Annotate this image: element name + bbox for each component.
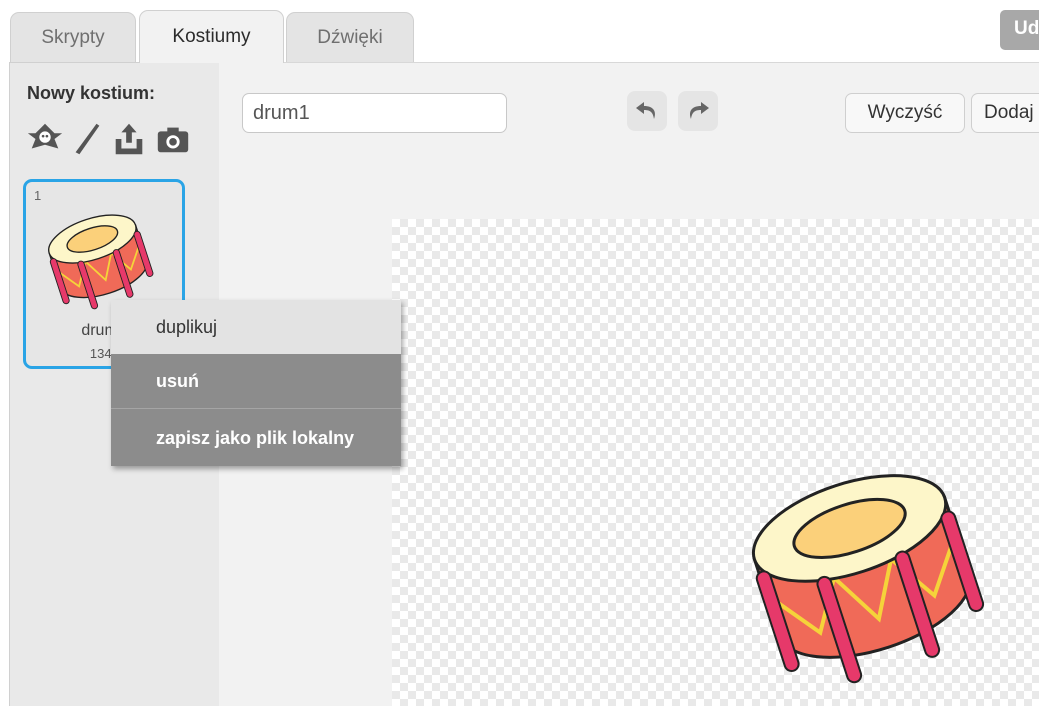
top-right-button[interactable]: Ud bbox=[1000, 10, 1039, 50]
redo-icon bbox=[690, 102, 709, 119]
tab-sounds[interactable]: Dźwięki bbox=[286, 12, 414, 62]
sprite-library-icon[interactable] bbox=[26, 119, 64, 159]
upload-icon[interactable] bbox=[110, 119, 148, 159]
clear-button[interactable]: Wyczyść bbox=[845, 93, 965, 133]
paint-brush-icon[interactable] bbox=[68, 119, 106, 159]
costume-index: 1 bbox=[34, 188, 42, 203]
menu-item-save-local[interactable]: zapisz jako plik lokalny bbox=[111, 410, 401, 466]
drum-costume-image[interactable] bbox=[735, 456, 995, 696]
undo-icon bbox=[636, 102, 655, 119]
drawing-canvas[interactable] bbox=[392, 219, 1039, 706]
camera-icon[interactable] bbox=[154, 119, 192, 159]
costume-context-menu: duplikuj usuń zapisz jako plik lokalny bbox=[111, 300, 401, 466]
tab-bar: Skrypty Kostiumy Dźwięki Ud bbox=[0, 0, 1039, 64]
costume-name-input[interactable] bbox=[242, 93, 507, 133]
undo-button[interactable] bbox=[627, 91, 667, 131]
redo-button[interactable] bbox=[678, 91, 718, 131]
add-button[interactable]: Dodaj bbox=[971, 93, 1039, 133]
drum-thumbnail bbox=[44, 202, 162, 312]
tab-costumes[interactable]: Kostiumy bbox=[139, 10, 284, 63]
tab-scripts[interactable]: Skrypty bbox=[10, 12, 136, 62]
menu-item-duplicate[interactable]: duplikuj bbox=[111, 300, 401, 354]
menu-item-delete[interactable]: usuń bbox=[111, 354, 401, 409]
costume-editor-window: Skrypty Kostiumy Dźwięki Ud Nowy kostium… bbox=[0, 0, 1039, 706]
new-costume-label: Nowy kostium: bbox=[27, 83, 156, 103]
